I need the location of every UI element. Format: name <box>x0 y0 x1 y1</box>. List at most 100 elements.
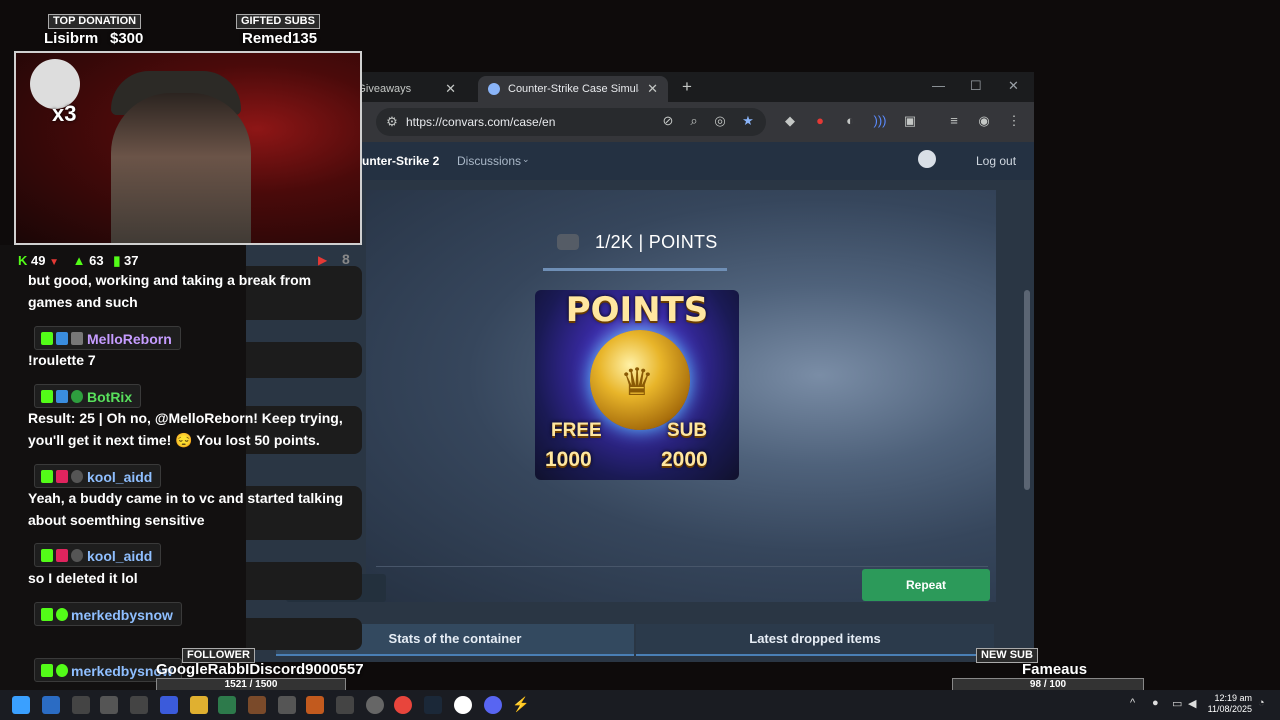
close-tab-icon[interactable]: ✕ <box>647 81 658 97</box>
page-scrollbar[interactable] <box>1024 290 1030 490</box>
case-art-heading: POINTS <box>565 290 709 330</box>
follower-icon: ▲ <box>72 253 86 268</box>
chat-username[interactable]: MelloReborn <box>34 326 181 350</box>
taskbar-app-icon[interactable] <box>306 696 324 714</box>
taskbar-app-icon[interactable] <box>72 696 90 714</box>
username-text: BotRix <box>87 389 133 405</box>
divider <box>376 566 988 567</box>
extensions-puzzle-icon[interactable]: ▣ <box>902 113 918 129</box>
notification-bell-icon[interactable]: ◔ <box>1258 697 1265 709</box>
system-clock[interactable]: 12:19 am 11/08/2025 <box>1204 693 1252 715</box>
mascot-multiplier: x3 <box>52 101 77 126</box>
chat-username[interactable]: kool_aidd <box>34 543 162 567</box>
extension-diamond-icon[interactable]: ◆ <box>782 113 798 129</box>
tab-strip: BotRix | Giveaways ✕ Counter-Strike Case… <box>246 72 1034 102</box>
extension-shield-icon[interactable]: ● <box>812 113 828 129</box>
taskbar-app-icon[interactable] <box>160 696 178 714</box>
extension-globe-icon[interactable]: ◐ <box>842 113 858 129</box>
chat-message: so I deleted it lol <box>28 570 138 586</box>
menu-kebab-icon[interactable]: ⋮ <box>1006 113 1022 129</box>
gifted-subs-name: Remed135 <box>242 30 318 47</box>
taskbar-app-icon[interactable] <box>218 696 236 714</box>
chat-username[interactable]: BotRix <box>34 384 142 408</box>
close-window-icon[interactable]: ✕ <box>1008 78 1019 94</box>
case-art-free-value: 1000 <box>545 448 592 471</box>
case-art-free-label: FREE <box>551 420 602 441</box>
chat-username[interactable]: kool_aidd <box>34 464 162 488</box>
username-text: kool_aidd <box>87 548 153 564</box>
network-icon[interactable]: ▭ <box>1172 697 1182 710</box>
follower-count: 63 <box>89 253 104 268</box>
youtube-count: 8 <box>342 251 350 267</box>
toolbar: ← → ↻ ⌂ ⚙ https://convars.com/case/en ⊘ … <box>246 102 1034 142</box>
chat-message: but good, working and taking a break fro… <box>28 272 312 310</box>
browser-window: BotRix | Giveaways ✕ Counter-Strike Case… <box>246 72 1034 662</box>
taskbar-app-icon[interactable] <box>100 696 118 714</box>
taskbar-app-icon[interactable] <box>42 696 60 714</box>
eye-off-icon[interactable]: ◎ <box>712 113 728 129</box>
taskbar-app-icon[interactable] <box>130 696 148 714</box>
chrome-icon[interactable] <box>394 696 412 714</box>
tab-case-simulator[interactable]: Counter-Strike Case Simulator ✕ <box>478 76 668 102</box>
close-tab-icon[interactable]: ✕ <box>445 81 456 97</box>
case-title: 1/2K | POINTS <box>595 232 718 252</box>
bookmark-star-icon[interactable]: ★ <box>740 113 756 129</box>
discord-icon[interactable] <box>484 696 502 714</box>
microphone-icon[interactable]: ● <box>1152 697 1159 709</box>
webcam-feed: x3 <box>14 51 362 245</box>
case-art-sub-value: 2000 <box>661 448 708 471</box>
file-explorer-icon[interactable] <box>190 696 208 714</box>
case-image[interactable]: ♛ POINTS FREE SUB 1000 2000 <box>535 290 739 480</box>
username-text: MelloReborn <box>87 331 172 347</box>
extension-wave-icon[interactable]: ))) <box>872 113 888 129</box>
tab-label: Counter-Strike Case Simulator <box>508 83 639 95</box>
maximize-icon[interactable]: ☐ <box>970 78 982 94</box>
down-arrow-icon: ▼ <box>49 257 60 268</box>
latest-follower-name: GoogleRabbIDiscord9000557 <box>156 661 364 678</box>
windows-start-icon[interactable] <box>12 696 30 714</box>
streamer <box>111 93 251 243</box>
profile-avatar-icon[interactable]: ◉ <box>976 113 992 129</box>
zoom-icon[interactable]: ⌕ <box>686 113 702 129</box>
repeat-button[interactable]: Repeat <box>862 569 990 601</box>
volume-icon[interactable]: ◀ <box>1188 697 1196 710</box>
case-art-sub-label: SUB <box>667 420 708 441</box>
url-text[interactable]: https://convars.com/case/en <box>406 115 555 129</box>
media-control-icon[interactable]: ≡ <box>946 113 962 129</box>
chat-message: Result: 25 | Oh no, @MelloReborn! Keep t… <box>28 410 343 448</box>
top-donation-amount: $300 <box>110 30 144 47</box>
chat-message: Yeah, a buddy came in to vc and started … <box>28 490 344 528</box>
minimize-icon[interactable]: — <box>932 78 945 93</box>
kick-icon: K <box>18 253 28 268</box>
top-donation-name: Lisibrm <box>44 30 99 47</box>
nav-discussions-link[interactable]: Discussions <box>457 154 521 168</box>
windows-taskbar: ⚡ ^ ● ▭ ◀ 12:19 am 11/08/2025 ◔ <box>0 690 1280 720</box>
crown-icon: ♛ <box>620 362 655 404</box>
chevron-down-icon: ⌄ <box>522 154 530 164</box>
chat-username[interactable]: merkedbysnow <box>34 602 182 626</box>
tray-chevron-icon[interactable]: ^ <box>1130 697 1135 709</box>
taskbar-app-icon[interactable] <box>278 696 296 714</box>
media-player-icon[interactable] <box>454 696 472 714</box>
tab-latest-dropped[interactable]: Latest dropped items <box>636 624 994 656</box>
logout-link[interactable]: Log out <box>976 154 1016 168</box>
site-navigation: ⊘ ✦ Counter-Strike 2 Discussions ⌄ Log o… <box>246 142 1034 180</box>
viewer-count: 37 <box>124 253 139 268</box>
taskbar-app-icon[interactable]: ⚡ <box>512 696 530 714</box>
user-avatar[interactable] <box>918 150 936 168</box>
username-text: kool_aidd <box>87 469 153 485</box>
obs-icon[interactable] <box>366 696 384 714</box>
top-donation-label: TOP DONATION <box>48 14 142 29</box>
site-info-icon[interactable]: ⚙ <box>384 114 400 130</box>
tracking-off-icon[interactable]: ⊘ <box>660 113 676 129</box>
chat-bubble-bg <box>246 618 362 650</box>
title-underline <box>543 268 727 271</box>
taskbar-app-icon[interactable] <box>336 696 354 714</box>
taskbar-app-icon[interactable] <box>248 696 266 714</box>
address-bar[interactable]: ⚙ https://convars.com/case/en <box>376 108 766 136</box>
gold-coin-icon: ♛ <box>590 330 690 430</box>
kick-count: 49 <box>31 253 46 268</box>
new-tab-icon[interactable]: + <box>682 77 692 97</box>
convars-favicon-icon <box>488 83 500 95</box>
steam-icon[interactable] <box>424 696 442 714</box>
